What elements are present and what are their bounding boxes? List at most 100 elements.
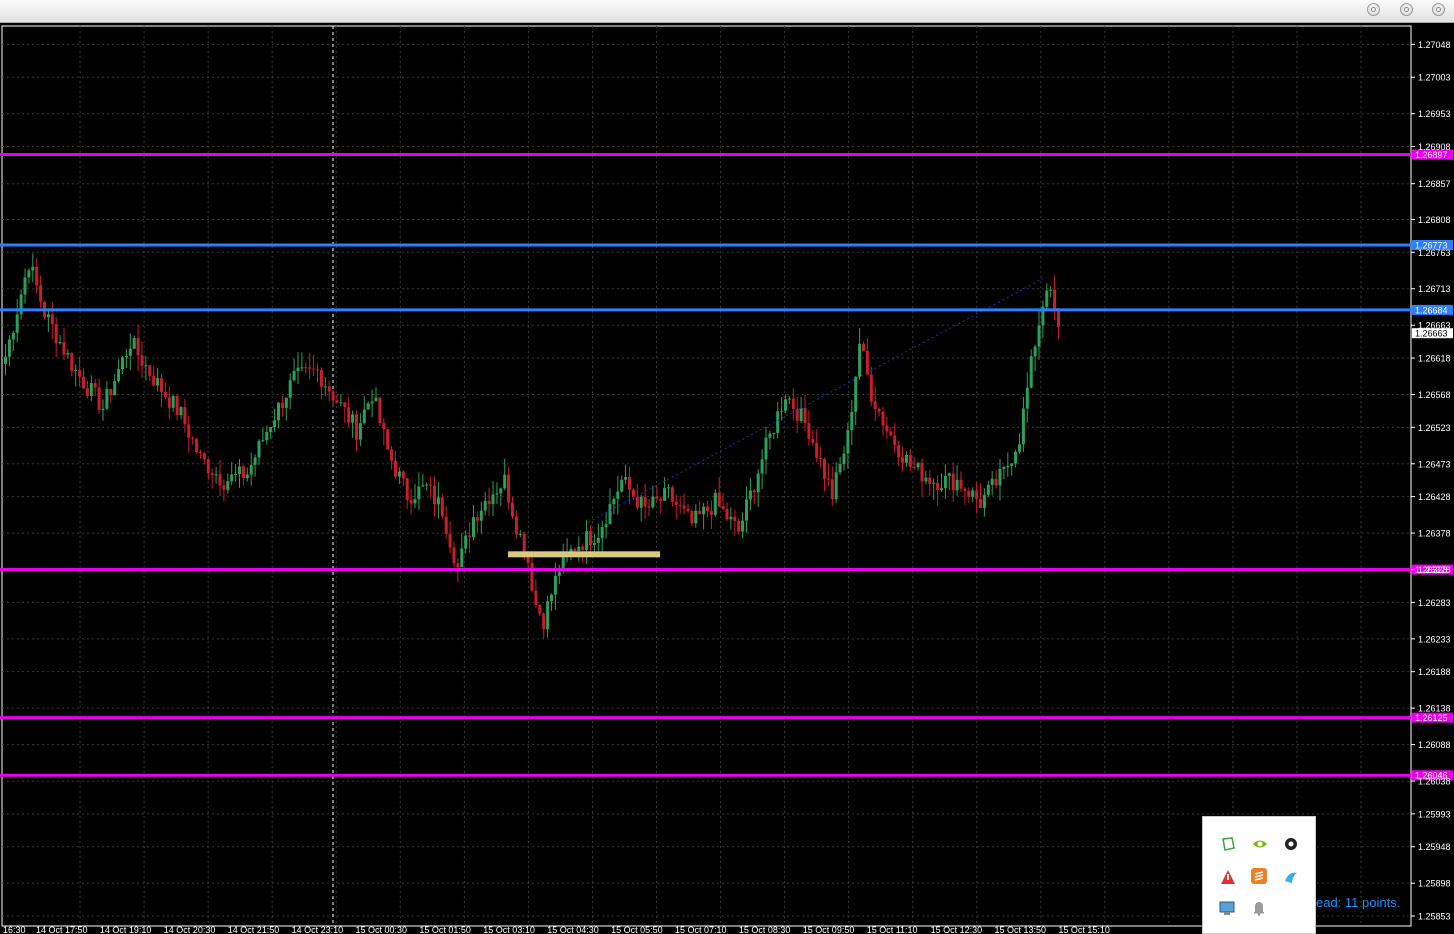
candle-body bbox=[362, 409, 366, 424]
candle-body bbox=[319, 370, 323, 387]
candle-body bbox=[46, 314, 50, 318]
candle-body bbox=[663, 488, 667, 501]
time-tick-label: 14 Oct 17:50 bbox=[36, 925, 88, 934]
candle-body bbox=[479, 510, 483, 521]
computer-icon[interactable] bbox=[1218, 899, 1236, 917]
candle-body bbox=[74, 369, 78, 371]
candle-body bbox=[1006, 465, 1010, 468]
candle-body bbox=[893, 435, 897, 446]
minimize-button[interactable] bbox=[1367, 3, 1380, 16]
price-tick-label: 1.26473 bbox=[1418, 459, 1451, 469]
candle-body bbox=[433, 485, 436, 505]
close-button[interactable] bbox=[1432, 3, 1445, 16]
candle-body bbox=[27, 270, 31, 278]
candle-body bbox=[273, 420, 277, 428]
candle-body bbox=[982, 494, 986, 508]
candle-body bbox=[620, 479, 624, 492]
candle-body bbox=[514, 516, 518, 535]
candle-body bbox=[737, 520, 741, 532]
candle-body bbox=[1018, 444, 1021, 452]
candle-body bbox=[66, 353, 70, 355]
candle-body bbox=[436, 497, 440, 505]
candle-body bbox=[725, 509, 729, 520]
candle-body bbox=[811, 439, 815, 443]
candle-body bbox=[924, 477, 928, 482]
candle-body bbox=[160, 378, 163, 392]
candle-body bbox=[635, 496, 639, 508]
bell-icon[interactable] bbox=[1250, 899, 1268, 917]
candle-body bbox=[249, 464, 253, 475]
price-tick-label: 1.25993 bbox=[1418, 809, 1451, 819]
time-tick-label: 15 Oct 01:50 bbox=[419, 925, 471, 934]
time-tick-label: 15 Oct 13:50 bbox=[995, 925, 1047, 934]
candle-body bbox=[82, 376, 85, 389]
price-tick-label: 1.26808 bbox=[1418, 215, 1451, 225]
candle-body bbox=[70, 353, 74, 371]
nvidia-icon[interactable] bbox=[1251, 835, 1269, 853]
candle-body bbox=[7, 339, 11, 357]
candle-body bbox=[156, 378, 160, 386]
candle-body bbox=[15, 314, 19, 333]
candle-body bbox=[312, 368, 316, 370]
chart-window[interactable]: 1.26897 1.26773 1.26684 1.26328 1.26125 1.260… bbox=[0, 24, 1454, 934]
candle-body bbox=[105, 388, 109, 409]
candle-body bbox=[776, 411, 780, 433]
candle-body bbox=[121, 357, 124, 370]
candle-body bbox=[397, 471, 401, 477]
virus-scanner-icon[interactable] bbox=[1282, 835, 1300, 853]
candle-body bbox=[50, 314, 54, 325]
candle-body bbox=[175, 395, 179, 416]
candle-body bbox=[901, 457, 904, 463]
trend-line bbox=[587, 278, 1044, 523]
candle-body bbox=[713, 492, 717, 515]
candle-body bbox=[78, 369, 82, 377]
price-tick-label: 1.26763 bbox=[1418, 248, 1451, 258]
candle-body bbox=[358, 423, 362, 440]
sublime-icon[interactable] bbox=[1250, 867, 1268, 885]
price-tick-label: 1.27048 bbox=[1418, 40, 1451, 50]
candle-body bbox=[608, 504, 612, 525]
zoom-button[interactable] bbox=[1400, 3, 1413, 16]
candle-body bbox=[62, 342, 66, 355]
candle-body bbox=[858, 343, 862, 377]
candle-body bbox=[269, 427, 273, 432]
candle-body bbox=[222, 485, 226, 490]
price-tick-label: 1.26857 bbox=[1418, 179, 1451, 189]
candle-body bbox=[374, 397, 378, 402]
candle-body bbox=[167, 397, 171, 408]
candle-body bbox=[764, 437, 768, 460]
candle-body bbox=[1037, 325, 1041, 347]
candle-body bbox=[370, 401, 374, 404]
candle-body bbox=[674, 501, 678, 505]
candle-body bbox=[557, 571, 561, 576]
price-tick-label: 1.26523 bbox=[1418, 423, 1451, 433]
candle-body bbox=[881, 411, 885, 426]
candle-body bbox=[464, 535, 468, 549]
candle-body bbox=[183, 407, 187, 425]
candle-body bbox=[265, 431, 269, 441]
shape-icon[interactable] bbox=[1219, 835, 1237, 853]
time-tick-label: 15 Oct 09:50 bbox=[803, 925, 855, 934]
candle-body bbox=[912, 466, 916, 468]
level-price-label: 1.26684 bbox=[1415, 305, 1448, 315]
bird-icon[interactable] bbox=[1282, 868, 1300, 886]
candle-body bbox=[331, 391, 335, 401]
candle-body bbox=[920, 462, 924, 482]
candle-body bbox=[592, 542, 596, 546]
time-tick-label: 15 Oct 15:10 bbox=[1058, 925, 1110, 934]
candle-body bbox=[277, 402, 280, 421]
candle-body bbox=[444, 516, 448, 534]
candle-body bbox=[343, 402, 347, 408]
candle-body bbox=[487, 500, 491, 505]
price-chart[interactable]: 1.268971.267731.266841.263281.261251.260… bbox=[0, 24, 1454, 934]
candle-body bbox=[210, 473, 214, 476]
candle-body bbox=[97, 387, 101, 411]
candle-body bbox=[998, 469, 1002, 486]
time-tick-label: 14 Oct 23:10 bbox=[292, 925, 344, 934]
candle-body bbox=[698, 510, 702, 515]
warning-icon[interactable] bbox=[1219, 868, 1237, 886]
candle-body bbox=[245, 474, 249, 479]
price-tick-label: 1.26908 bbox=[1418, 142, 1451, 152]
candle-body bbox=[842, 453, 846, 464]
candle-body bbox=[401, 471, 405, 479]
